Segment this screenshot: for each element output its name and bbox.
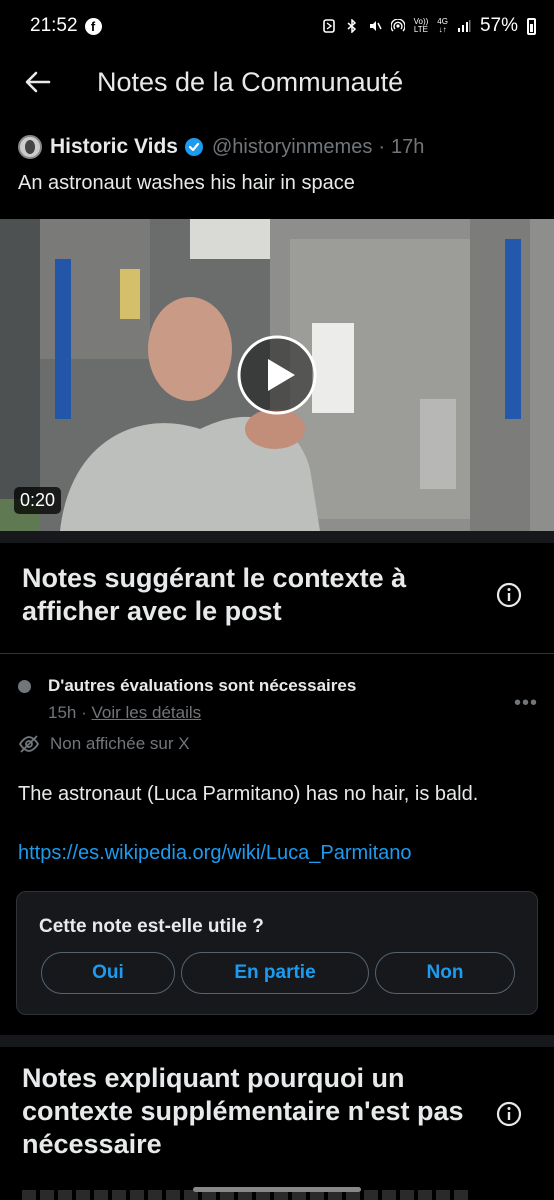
- tweet-text: An astronaut washes his hair in space: [18, 172, 355, 194]
- eye-off-icon: [18, 735, 40, 753]
- battery-icon: [527, 17, 536, 35]
- more-options-button[interactable]: •••: [514, 692, 538, 715]
- top-app-bar: Notes de la Communauté: [0, 52, 554, 112]
- play-button[interactable]: [237, 335, 317, 415]
- status-bar: 21:52 f Vo)) LTE 4G ↓↑ 57%: [0, 0, 554, 52]
- facebook-icon: f: [84, 17, 102, 35]
- author-name[interactable]: Historic Vids: [50, 135, 178, 159]
- note-meta: 15h · Voir les détails: [48, 703, 201, 723]
- nfc-icon: [322, 19, 335, 33]
- mute-icon: [369, 21, 382, 31]
- avatar[interactable]: [18, 135, 42, 159]
- home-indicator[interactable]: [193, 1187, 361, 1192]
- network-indicator: 4G ↓↑: [437, 17, 448, 34]
- divider: [0, 1035, 554, 1047]
- separator: ·: [378, 135, 386, 158]
- visibility-text: Non affichée sur X: [50, 734, 190, 753]
- status-dot-icon: [18, 679, 31, 693]
- note-status: D'autres évaluations sont nécessaires: [18, 676, 356, 696]
- visibility-status: Non affichée sur X: [18, 734, 190, 754]
- divider: [0, 531, 554, 543]
- arrow-left-icon: [25, 71, 51, 93]
- page-title: Notes de la Communauté: [97, 66, 404, 97]
- status-icons: Vo)) LTE 4G ↓↑ 57%: [322, 15, 536, 37]
- bluetooth-icon: [347, 19, 356, 33]
- signal-icon: [457, 20, 471, 32]
- hotspot-icon: [390, 19, 405, 32]
- video-duration: 0:20: [14, 487, 62, 514]
- rating-panel: Cette note est-elle utile ? Oui En parti…: [16, 891, 538, 1015]
- see-details-link[interactable]: Voir les détails: [92, 703, 202, 722]
- note-time: 15h: [48, 703, 77, 722]
- tweet-time: 17h: [391, 135, 425, 158]
- section-title-not-needed: Notes expliquant pourquoi un contexte su…: [22, 1063, 464, 1159]
- rate-partly-button[interactable]: En partie: [181, 952, 369, 994]
- rating-question: Cette note est-elle utile ?: [39, 916, 264, 937]
- note-source-link[interactable]: https://es.wikipedia.org/wiki/Luca_Parmi…: [18, 842, 412, 865]
- author-handle[interactable]: @historyinmemes: [212, 136, 372, 159]
- verified-badge-icon: [185, 138, 203, 156]
- battery-percent: 57%: [479, 15, 518, 36]
- separator: ·: [81, 703, 87, 722]
- tweet-header: Historic Vids @historyinmemes · 17h: [0, 124, 554, 170]
- rate-yes-button[interactable]: Oui: [41, 952, 175, 994]
- rate-no-button[interactable]: Non: [375, 952, 515, 994]
- tweet[interactable]: Historic Vids @historyinmemes · 17h An a…: [0, 124, 554, 195]
- divider-line: [0, 653, 554, 654]
- info-icon[interactable]: [496, 582, 522, 608]
- note-status-text: D'autres évaluations sont nécessaires: [48, 676, 357, 695]
- back-button[interactable]: [14, 58, 62, 106]
- status-time: 21:52: [30, 15, 78, 36]
- volte-indicator: Vo)) LTE: [413, 17, 429, 34]
- info-icon[interactable]: [496, 1101, 522, 1127]
- note-body: The astronaut (Luca Parmitano) has no ha…: [18, 783, 479, 805]
- section-title-suggesting: Notes suggérant le contexte à afficher a…: [22, 563, 407, 626]
